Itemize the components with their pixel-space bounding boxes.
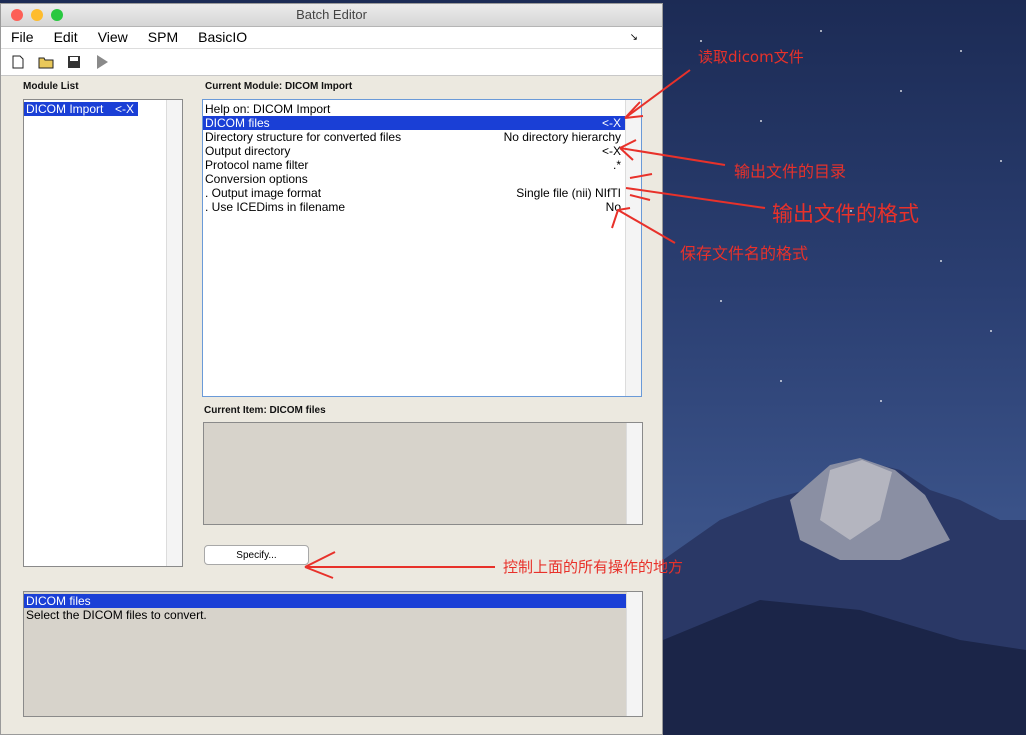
annotation-arrows [304, 69, 766, 579]
annotation-filename-format: 保存文件名的格式 [680, 244, 809, 263]
annotation-control-all: 控制上面的所有操作的地方 [503, 558, 684, 576]
annotation-read-dicom: 读取dicom文件 [698, 48, 804, 66]
annotation-output-dir: 输出文件的目录 [734, 162, 847, 181]
annotation-output-format: 输出文件的格式 [772, 202, 919, 226]
